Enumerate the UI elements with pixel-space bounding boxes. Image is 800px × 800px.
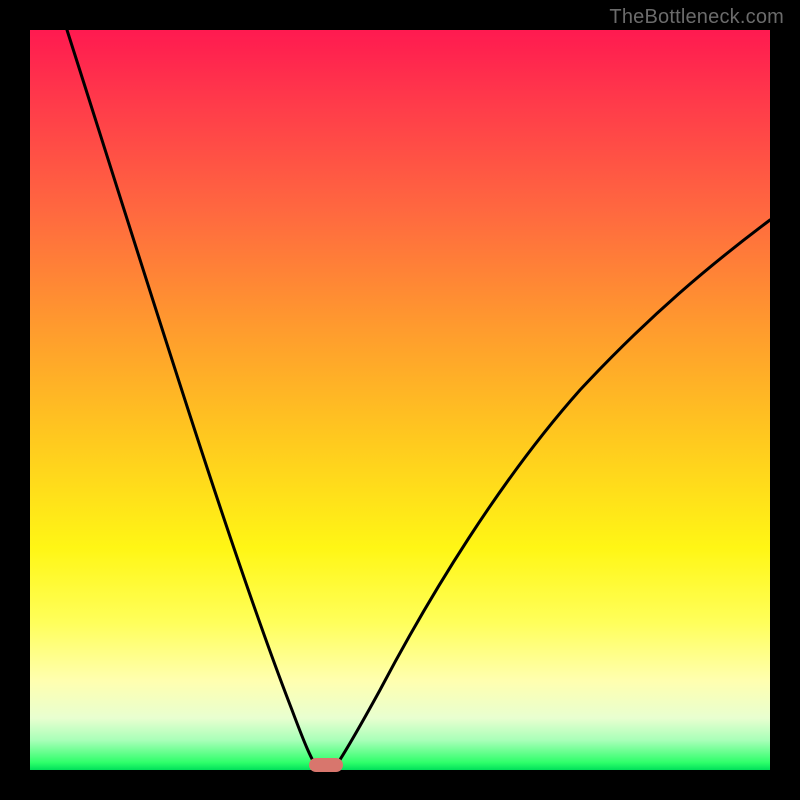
bottleneck-curve: [30, 30, 770, 770]
plot-area: [30, 30, 770, 770]
min-point-marker: [309, 758, 343, 772]
chart-frame: TheBottleneck.com: [0, 0, 800, 800]
watermark-label: TheBottleneck.com: [609, 6, 784, 29]
curve-right-branch: [333, 220, 770, 770]
curve-left-branch: [67, 30, 319, 770]
